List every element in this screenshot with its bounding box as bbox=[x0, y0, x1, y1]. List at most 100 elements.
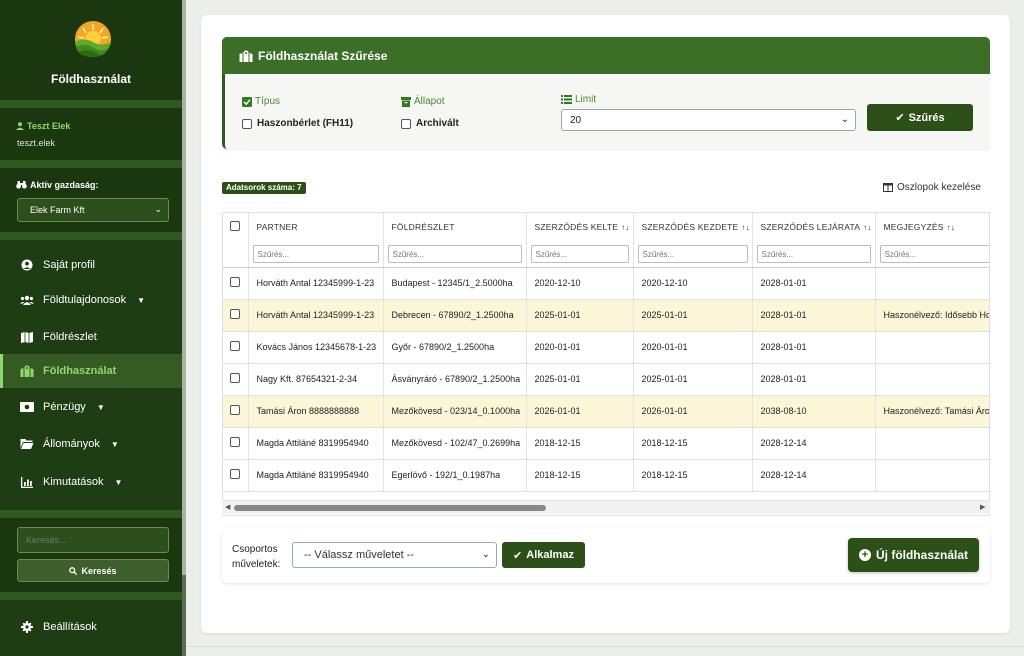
column-filter-input[interactable]: Szűrés... bbox=[252, 244, 379, 263]
divider bbox=[0, 160, 182, 168]
table-horizontal-scrollbar[interactable]: ◀ ▶ bbox=[222, 500, 990, 514]
table-row[interactable]: Horváth Antal 12345999-1-23 Debrecen - 67… bbox=[223, 299, 989, 332]
table-cell: 2020-12-10 bbox=[526, 267, 634, 300]
table-cell: 2028-01-01 bbox=[752, 299, 876, 332]
table-cell: 2018-12-15 bbox=[633, 459, 753, 492]
scroll-right-icon[interactable]: ▶ bbox=[980, 503, 985, 511]
columns-icon bbox=[883, 183, 893, 192]
sort-icon[interactable]: ↑↓ bbox=[741, 223, 749, 232]
table-cell: Mezőkövesd - 102/47_0.2699ha bbox=[383, 427, 527, 460]
nav-item-land-use[interactable]: Földhasználat bbox=[0, 354, 182, 388]
type-option-lease[interactable]: Haszonbérlet (FH11) bbox=[242, 118, 353, 129]
checkbox[interactable] bbox=[242, 118, 252, 129]
column-header[interactable]: SZERZŐDÉS LEJÁRATA ↑↓ bbox=[752, 213, 876, 241]
scrollbar-thumb[interactable] bbox=[182, 0, 186, 575]
status-label: Állapot bbox=[401, 96, 445, 107]
sidebar-search-input[interactable] bbox=[17, 527, 169, 553]
limit-select-value: 20 bbox=[570, 115, 582, 126]
nav-label: Állományok bbox=[43, 438, 100, 450]
limit-select[interactable]: 20 ⌄ bbox=[561, 109, 856, 131]
filter-header: Földhasználat Szűrése bbox=[222, 37, 990, 74]
column-header[interactable]: SZERZŐDÉS KEZDETE ↑↓ bbox=[633, 213, 753, 241]
filter-button[interactable]: ✔ Szűrés bbox=[867, 104, 973, 131]
farm-select-value: Elek Farm Kft bbox=[30, 205, 85, 215]
sort-icon[interactable]: ↑↓ bbox=[863, 223, 871, 232]
scroll-left-icon[interactable]: ◀ bbox=[225, 503, 230, 511]
type-label-text: Típus bbox=[255, 96, 281, 107]
select-all-header[interactable] bbox=[223, 213, 249, 241]
nav-item-finance[interactable]: Pénzügy ▼ bbox=[0, 390, 182, 424]
status-option-archived[interactable]: Archivált bbox=[401, 118, 459, 129]
row-checkbox[interactable] bbox=[230, 373, 240, 383]
table-cell: 2025-01-01 bbox=[526, 299, 634, 332]
row-checkbox[interactable] bbox=[230, 277, 240, 287]
nav-item-landowners[interactable]: Földtulajdonosok ▼ bbox=[0, 283, 182, 317]
column-filter-input[interactable]: Szűrés... bbox=[879, 244, 989, 263]
row-checkbox-cell bbox=[223, 459, 249, 492]
row-checkbox-cell bbox=[223, 267, 249, 300]
chevron-down-icon: ▼ bbox=[96, 402, 105, 412]
column-filter-input[interactable]: Szűrés... bbox=[530, 244, 629, 263]
column-filter-input[interactable]: Szűrés... bbox=[637, 244, 748, 263]
nav-item-settings[interactable]: Beállítások bbox=[0, 610, 182, 644]
plus-circle-icon: + bbox=[858, 549, 871, 561]
map-location-icon bbox=[239, 49, 253, 62]
table-cell: Tamási Áron 8888888888 bbox=[248, 395, 384, 428]
apply-button[interactable]: ✔ Alkalmaz bbox=[502, 542, 585, 568]
limit-label-text: Limit bbox=[575, 94, 597, 105]
table-cell: 2018-12-15 bbox=[526, 459, 634, 492]
table-row[interactable]: Tamási Áron 8888888888 Mezőkövesd - 023/1… bbox=[223, 395, 989, 428]
table-row[interactable]: Magda Attiláné 8319954940 Egerlövő - 192/… bbox=[223, 459, 989, 492]
column-header[interactable]: MEGJEGYZÉS ↑↓ bbox=[875, 213, 989, 241]
nav-item-inventory[interactable]: Állományok ▼ bbox=[0, 427, 182, 461]
table-cell: Horváth Antal 12345999-1-23 bbox=[248, 267, 384, 300]
table-cell: 2028-01-01 bbox=[752, 267, 876, 300]
sort-icon[interactable]: ↑↓ bbox=[947, 223, 955, 232]
table-cell: 2020-01-01 bbox=[526, 331, 634, 364]
manage-columns-link[interactable]: Oszlopok kezelése bbox=[883, 182, 981, 193]
bulk-action-select[interactable]: -- Válassz műveletet -- ⌄ bbox=[292, 542, 497, 568]
apply-button-label: Alkalmaz bbox=[526, 549, 574, 561]
column-filter-input[interactable]: Szűrés... bbox=[756, 244, 871, 263]
table-row[interactable]: Magda Attiláné 8319954940 Mezőkövesd - 10… bbox=[223, 427, 989, 460]
nav-item-profile[interactable]: Saját profil bbox=[0, 248, 182, 282]
row-checkbox[interactable] bbox=[230, 405, 240, 415]
column-header[interactable]: PARTNER bbox=[248, 213, 384, 241]
check-icon: ✔ bbox=[513, 549, 523, 562]
user-name-text: Teszt Elek bbox=[27, 121, 71, 131]
table-cell bbox=[875, 363, 989, 396]
divider bbox=[0, 232, 182, 240]
chevron-down-icon: ▼ bbox=[137, 295, 146, 305]
table-row[interactable]: Horváth Antal 12345999-1-23 Budapest - 12… bbox=[223, 267, 989, 300]
sidebar-scrollbar[interactable] bbox=[182, 0, 186, 656]
checkbox[interactable] bbox=[401, 118, 411, 129]
row-checkbox[interactable] bbox=[230, 309, 240, 319]
limit-label: Limit bbox=[561, 94, 596, 105]
column-filter-input[interactable]: Szűrés... bbox=[387, 244, 522, 263]
sort-icon[interactable]: ↑↓ bbox=[621, 223, 629, 232]
nav-item-reports[interactable]: Kimutatások ▼ bbox=[0, 465, 182, 499]
table-row[interactable]: Nagy Kft. 87654321-2-34 Ásványráró - 6789… bbox=[223, 363, 989, 396]
table-row[interactable]: Kovács János 12345678-1-23 Győr - 67890/2… bbox=[223, 331, 989, 364]
bulk-actions-label: Csoportos műveletek: bbox=[232, 544, 281, 570]
checkbox-checked-icon bbox=[242, 96, 252, 107]
new-land-use-button[interactable]: + Új földhasználat bbox=[848, 538, 979, 572]
row-checkbox[interactable] bbox=[230, 469, 240, 479]
scrollbar-thumb[interactable] bbox=[234, 505, 546, 511]
manage-columns-label: Oszlopok kezelése bbox=[897, 182, 981, 193]
table-cell: 2025-01-01 bbox=[633, 363, 753, 396]
row-checkbox[interactable] bbox=[230, 437, 240, 447]
table-cell: Haszonélvező: Idősebb Ho bbox=[875, 299, 989, 332]
table-cell bbox=[875, 427, 989, 460]
nav-item-parcel[interactable]: Földrészlet bbox=[0, 320, 182, 354]
select-all-checkbox[interactable] bbox=[230, 221, 240, 231]
divider bbox=[186, 646, 1024, 647]
row-checkbox[interactable] bbox=[230, 341, 240, 351]
column-header[interactable]: SZERZŐDÉS KELTE ↑↓ bbox=[526, 213, 634, 241]
column-header[interactable]: FÖLDRÉSZLET bbox=[383, 213, 527, 241]
farm-select[interactable]: Elek Farm Kft ⌄ bbox=[17, 198, 169, 222]
user-name[interactable]: Teszt Elek bbox=[16, 121, 70, 131]
sidebar-search-button[interactable]: Keresés bbox=[17, 559, 169, 582]
money-icon bbox=[20, 402, 34, 412]
filter-title: Földhasználat Szűrése bbox=[258, 48, 388, 63]
